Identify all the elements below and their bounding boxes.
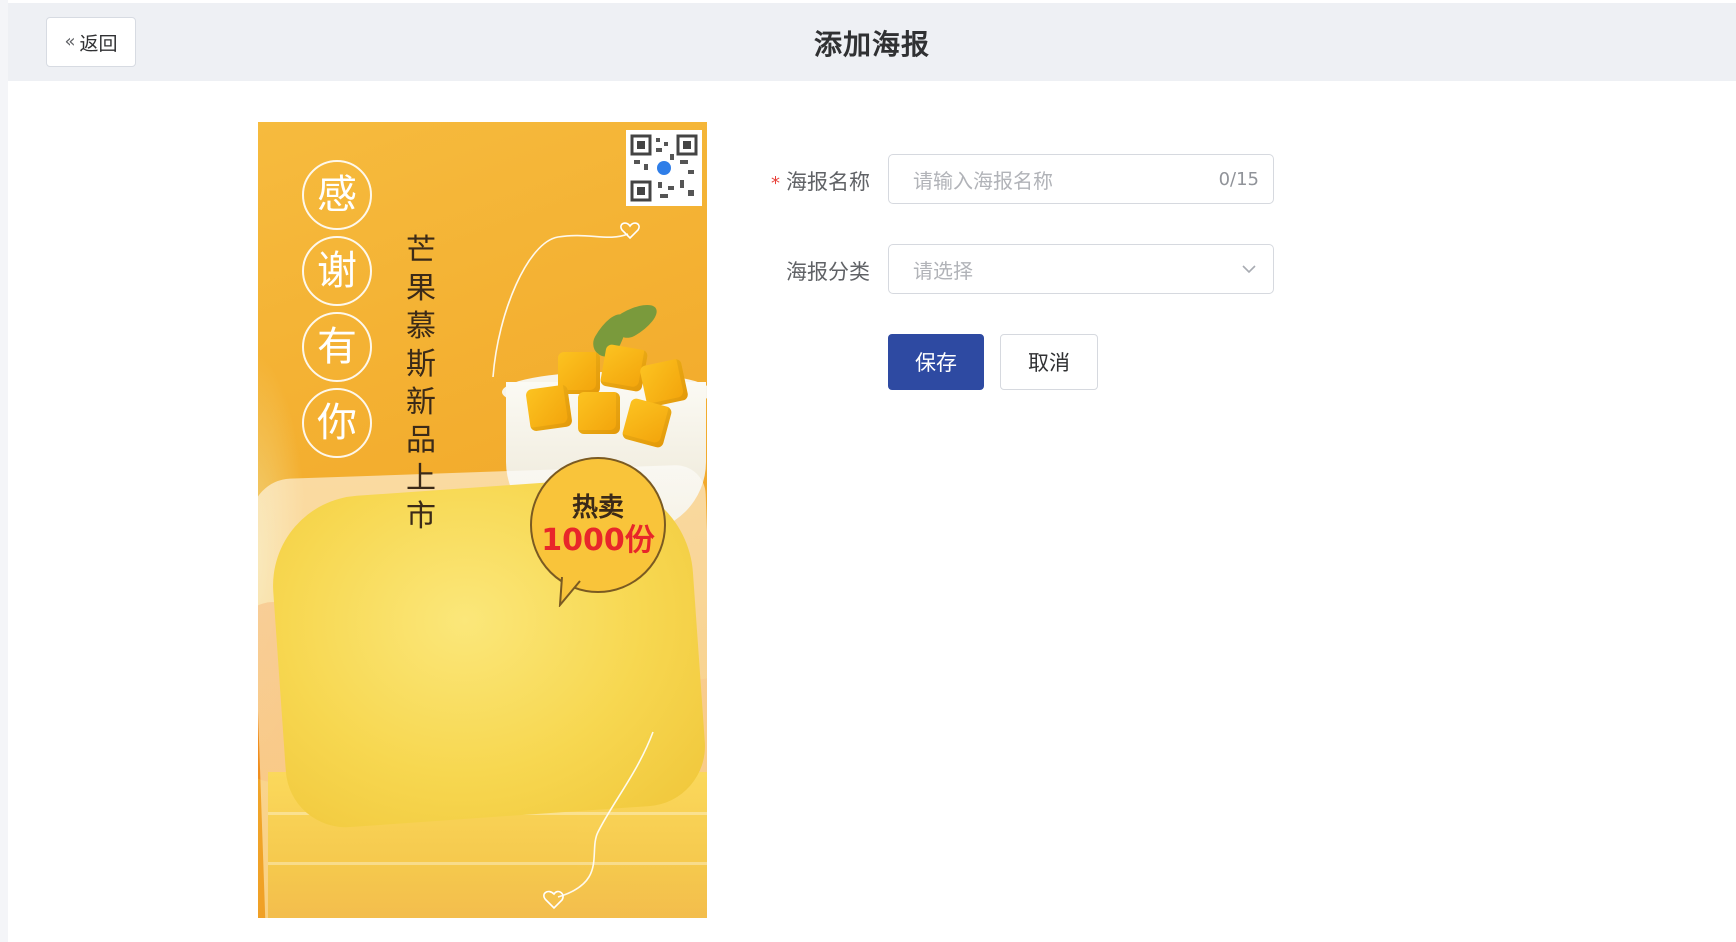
poster-circle-char: 感 xyxy=(302,160,372,230)
poster-name-label-text: 海报名称 xyxy=(786,170,870,194)
poster-category-label: 海报分类 xyxy=(786,260,870,284)
poster-circle-chars: 感 谢 有 你 xyxy=(302,160,372,458)
poster-category-select[interactable]: 请选择 xyxy=(888,244,1274,294)
chevron-down-icon xyxy=(1242,265,1256,274)
poster-badge-line2: 1000份 xyxy=(541,523,655,558)
poster-circle-char: 谢 xyxy=(302,236,372,306)
poster-name-placeholder: 请输入海报名称 xyxy=(913,168,1053,193)
poster-name-input[interactable]: 请输入海报名称 0/15 xyxy=(888,154,1274,204)
header-bar: « 返回 添加海报 xyxy=(8,3,1736,81)
save-button[interactable]: 保存 xyxy=(888,334,984,390)
char-counter: 0/15 xyxy=(1218,169,1259,190)
page: « 返回 添加海报 感 谢 有 你 芒果慕斯新品上市 热卖 1000份 * 海报… xyxy=(0,0,1736,942)
poster-sales-badge: 热卖 1000份 xyxy=(530,457,666,593)
left-strip xyxy=(0,0,8,942)
page-title: 添加海报 xyxy=(813,28,930,61)
poster-badge-line1: 热卖 xyxy=(571,493,624,523)
poster-category-placeholder: 请选择 xyxy=(913,258,973,283)
poster-circle-char: 你 xyxy=(302,388,372,458)
qr-code-icon xyxy=(626,130,702,206)
poster-mango-cube xyxy=(525,384,573,432)
poster-mango-cube xyxy=(578,392,620,434)
required-mark: * xyxy=(771,173,780,194)
poster-badge-tail xyxy=(558,577,581,607)
poster-tub-line xyxy=(268,862,707,865)
poster-preview: 感 谢 有 你 芒果慕斯新品上市 热卖 1000份 xyxy=(258,122,707,918)
poster-slogan: 芒果慕斯新品上市 xyxy=(406,233,436,534)
cancel-button[interactable]: 取消 xyxy=(1000,334,1098,390)
poster-name-label: * 海报名称 xyxy=(760,166,870,196)
poster-circle-char: 有 xyxy=(302,312,372,382)
